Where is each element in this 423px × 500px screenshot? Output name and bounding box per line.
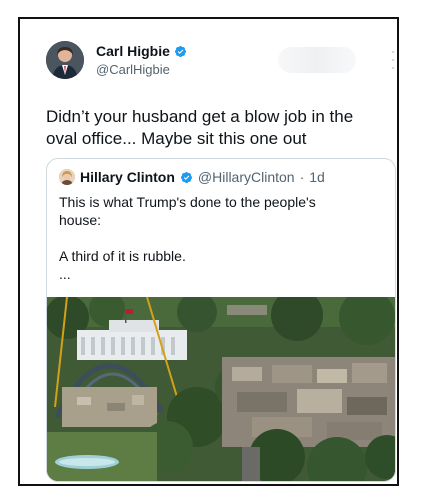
avatar[interactable] <box>46 41 84 79</box>
screenshot-frame: Carl Higbie @CarlHigbie Didn’t your husb… <box>18 17 399 486</box>
quoted-text-line-2: house: <box>59 212 102 228</box>
author-name-row: Carl Higbie <box>96 43 187 59</box>
white-house-construction-photo[interactable] <box>47 297 395 482</box>
quoted-text-ellipsis: ... <box>59 266 71 282</box>
quoted-author-handle: @HillaryClinton <box>197 169 295 185</box>
author-name[interactable]: Carl Higbie <box>96 43 170 59</box>
quoted-text-line-1: This is what Trump's done to the people'… <box>59 194 316 210</box>
quoted-avatar <box>59 169 75 185</box>
tweet-text: Didn’t your husband get a blow job in th… <box>46 106 386 150</box>
verified-badge-icon <box>174 45 186 57</box>
blurred-follow-button[interactable] <box>278 47 356 73</box>
quoted-timestamp: 1d <box>309 169 325 185</box>
more-options-icon[interactable] <box>386 51 400 69</box>
quoted-tweet-header: Hillary Clinton @HillaryClinton · 1d <box>59 169 325 185</box>
tweet-header: Carl Higbie @CarlHigbie <box>46 41 394 85</box>
quoted-text-line-3: A third of it is rubble. <box>59 248 186 264</box>
tweet-text-line-1: Didn’t your husband get a blow job in th… <box>46 107 354 126</box>
quoted-tweet[interactable]: Hillary Clinton @HillaryClinton · 1d Thi… <box>46 158 396 482</box>
verified-badge-icon <box>180 171 192 183</box>
quoted-author-name: Hillary Clinton <box>80 169 175 185</box>
quoted-separator: · <box>299 169 305 185</box>
tweet-text-line-2: oval office... Maybe sit this one out <box>46 129 307 148</box>
quoted-tweet-text: This is what Trump's done to the people'… <box>59 193 377 283</box>
author-handle[interactable]: @CarlHigbie <box>96 62 170 77</box>
